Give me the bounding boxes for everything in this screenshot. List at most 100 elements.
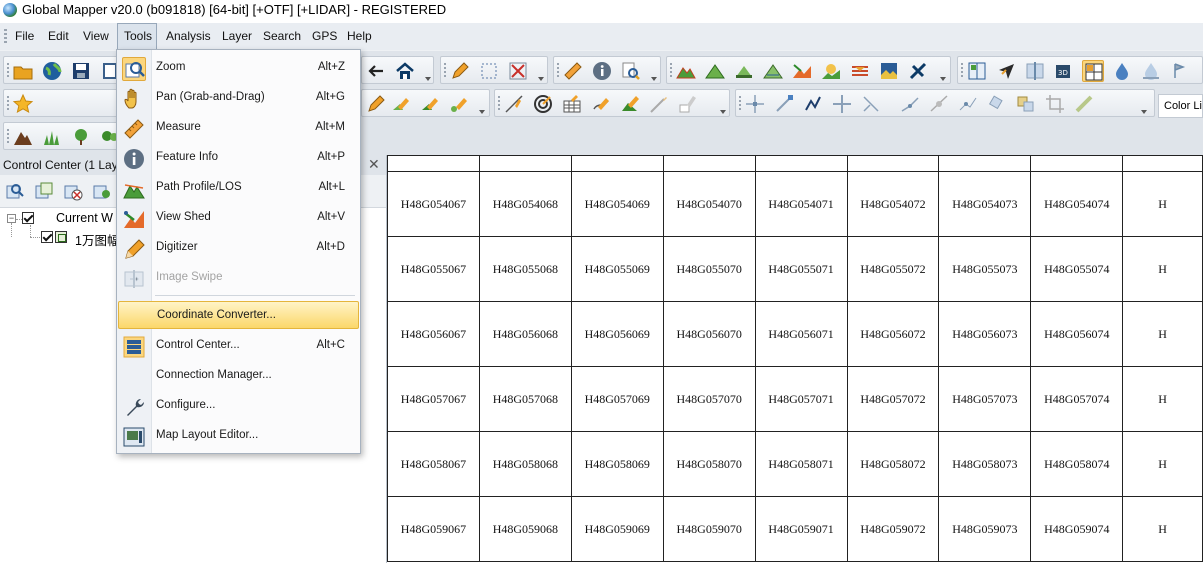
grid-cell: H48G054073 <box>938 171 1032 237</box>
menu-item-measure[interactable]: Measure Alt+M <box>118 113 359 143</box>
watershed-icon[interactable] <box>762 60 784 82</box>
gps-arrow-icon[interactable] <box>995 60 1017 82</box>
close-icon[interactable]: ✕ <box>368 156 380 173</box>
tree-collapse-toggle[interactable]: − <box>7 214 16 223</box>
globe-icon[interactable] <box>41 60 63 82</box>
crop-icon[interactable] <box>1044 93 1066 115</box>
menu-gps[interactable]: GPS <box>306 23 343 50</box>
menu-item-control-center[interactable]: Control Center... Alt+C <box>118 331 359 361</box>
select-tool-icon[interactable] <box>677 93 699 115</box>
dropdown-arrow[interactable] <box>1141 110 1147 114</box>
line-tool-icon[interactable] <box>648 93 670 115</box>
map-view[interactable]: H48G054067 H48G054068 H48G054069 H48G054070… <box>387 155 1203 563</box>
favorite-star-icon[interactable] <box>12 93 34 115</box>
layer-remove-icon[interactable] <box>62 180 84 202</box>
draw-area-icon[interactable] <box>619 93 641 115</box>
menu-item-label: Control Center... <box>156 339 240 351</box>
stretch-icon[interactable] <box>773 93 795 115</box>
split-view-icon[interactable] <box>966 60 988 82</box>
table-grid-icon[interactable] <box>561 93 583 115</box>
toolbar-grip <box>7 96 9 111</box>
draw-curve-icon[interactable] <box>590 93 612 115</box>
layer-add-icon[interactable] <box>33 180 55 202</box>
menu-layer[interactable]: Layer <box>216 23 258 50</box>
toolbar-grip <box>444 63 446 78</box>
layers-stack-icon[interactable] <box>849 60 871 82</box>
menu-view[interactable]: View <box>77 23 115 50</box>
back-arrow-icon[interactable] <box>365 60 387 82</box>
view-shed-icon[interactable] <box>791 60 813 82</box>
dropdown-arrow[interactable] <box>538 77 544 81</box>
move-cross-icon[interactable] <box>831 93 853 115</box>
menu-item-path-profile[interactable]: Path Profile/LOS Alt+L <box>118 173 359 203</box>
menu-item-configure[interactable]: Configure... <box>118 391 359 421</box>
menu-item-view-shed[interactable]: View Shed Alt+V <box>118 203 359 233</box>
layer-options-icon[interactable] <box>91 180 113 202</box>
image-swipe-icon[interactable] <box>1024 60 1046 82</box>
dropdown-arrow[interactable] <box>651 77 657 81</box>
menu-item-pan[interactable]: Pan (Grab-and-Drag) Alt+G <box>118 83 359 113</box>
edit-line-icon[interactable] <box>365 93 387 115</box>
move-vertex-icon[interactable] <box>744 93 766 115</box>
menu-item-zoom[interactable]: Zoom Alt+Z <box>118 53 359 83</box>
rotate-icon[interactable] <box>986 93 1008 115</box>
water-drop-icon[interactable] <box>1111 60 1133 82</box>
spatial-ops-icon[interactable] <box>820 60 842 82</box>
pencil-icon[interactable] <box>449 60 471 82</box>
measure-ruler-icon[interactable] <box>562 60 584 82</box>
sea-level-icon[interactable] <box>1169 60 1191 82</box>
grid-layer-icon[interactable] <box>1082 60 1104 82</box>
menu-analysis[interactable]: Analysis <box>160 23 217 50</box>
polyline-icon[interactable] <box>899 93 921 115</box>
edit-polygon-icon[interactable] <box>419 93 441 115</box>
contour-icon[interactable] <box>704 60 726 82</box>
search-feature-icon[interactable] <box>620 60 642 82</box>
save-icon[interactable] <box>70 60 92 82</box>
menu-item-feature-info[interactable]: Feature Info Alt+P <box>118 143 359 173</box>
grid-row: H48G057067 H48G057068 H48G057069 H48G057070… <box>387 366 1203 432</box>
menu-file[interactable]: File <box>9 23 40 50</box>
grid-cell <box>754 155 848 172</box>
target-icon[interactable] <box>532 93 554 115</box>
menu-edit[interactable]: Edit <box>42 23 75 50</box>
wrench-icon <box>122 395 146 419</box>
dropdown-arrow[interactable] <box>720 110 726 114</box>
menu-search[interactable]: Search <box>257 23 307 50</box>
menu-tools[interactable]: Tools <box>117 23 157 50</box>
raster-image-icon[interactable] <box>878 60 900 82</box>
snap-icon[interactable] <box>860 93 882 115</box>
3d-view-icon[interactable]: 3D <box>1053 60 1075 82</box>
satellite-icon[interactable] <box>907 60 929 82</box>
menu-item-digitizer[interactable]: Digitizer Alt+D <box>118 233 359 263</box>
menu-item-connection-manager[interactable]: Connection Manager... <box>118 361 359 391</box>
dropdown-arrow[interactable] <box>425 77 431 81</box>
mountain-icon[interactable] <box>12 126 34 148</box>
open-folder-icon[interactable] <box>12 60 34 82</box>
home-icon[interactable] <box>394 60 416 82</box>
edit-area-icon[interactable] <box>390 93 412 115</box>
water-level-icon[interactable] <box>1140 60 1162 82</box>
zoom-layer-icon[interactable] <box>4 180 26 202</box>
terrain-icon[interactable] <box>675 60 697 82</box>
copy-shape-icon[interactable] <box>1015 93 1037 115</box>
edit-point-icon[interactable] <box>448 93 470 115</box>
vertex-path-icon[interactable] <box>802 93 824 115</box>
delete-x-icon[interactable] <box>507 60 529 82</box>
menu-help[interactable]: Help <box>341 23 378 50</box>
root-checkbox[interactable] <box>22 212 34 224</box>
join-line-icon[interactable] <box>957 93 979 115</box>
measure-line-icon[interactable] <box>1073 93 1095 115</box>
info-icon[interactable] <box>591 60 613 82</box>
tree-icon[interactable] <box>70 126 92 148</box>
line-draw-icon[interactable] <box>503 93 525 115</box>
select-rectangle-icon[interactable] <box>478 60 500 82</box>
color-lidar-dropdown[interactable]: Color Li <box>1158 94 1203 118</box>
volume-icon[interactable] <box>733 60 755 82</box>
menu-item-map-layout-editor[interactable]: Map Layout Editor... <box>118 421 359 451</box>
layer-checkbox[interactable] <box>41 231 53 243</box>
menu-item-coordinate-converter[interactable]: Coordinate Converter... <box>118 301 359 329</box>
dropdown-arrow[interactable] <box>479 110 485 114</box>
grass-icon[interactable] <box>41 126 63 148</box>
dropdown-arrow[interactable] <box>940 77 946 81</box>
split-line-icon[interactable] <box>928 93 950 115</box>
